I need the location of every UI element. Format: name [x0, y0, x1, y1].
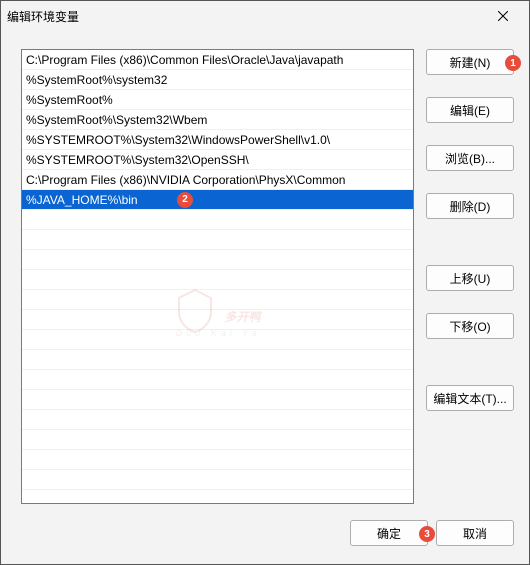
- delete-button[interactable]: 删除(D): [426, 193, 514, 219]
- window-title: 编辑环境变量: [7, 8, 483, 25]
- list-item[interactable]: %SYSTEMROOT%\System32\OpenSSH\: [22, 150, 413, 170]
- button-column: 新建(N) 1 编辑(E) 浏览(B)... 删除(D) 上移(U) 下移(O)…: [426, 49, 514, 504]
- list-item[interactable]: %SystemRoot%\System32\Wbem: [22, 110, 413, 130]
- list-item[interactable]: [22, 330, 413, 350]
- list-item[interactable]: %SYSTEMROOT%\System32\WindowsPowerShell\…: [22, 130, 413, 150]
- list-item[interactable]: [22, 210, 413, 230]
- list-item[interactable]: [22, 390, 413, 410]
- dialog-content: 多开鸭 Duo Kai Ya C:\Program Files (x86)\Co…: [1, 31, 529, 514]
- list-item[interactable]: %SystemRoot%: [22, 90, 413, 110]
- cancel-button-label: 取消: [463, 525, 487, 542]
- edit-button[interactable]: 编辑(E): [426, 97, 514, 123]
- path-listbox[interactable]: 多开鸭 Duo Kai Ya C:\Program Files (x86)\Co…: [21, 49, 414, 504]
- list-item[interactable]: [22, 310, 413, 330]
- annotation-badge-2: 2: [177, 192, 193, 208]
- dialog-window: 编辑环境变量 多开鸭 Duo Kai Ya C:\Program Files (…: [0, 0, 530, 565]
- cancel-button[interactable]: 取消: [436, 520, 514, 546]
- move-down-button[interactable]: 下移(O): [426, 313, 514, 339]
- close-button[interactable]: [483, 1, 523, 31]
- move-down-label: 下移(O): [449, 318, 490, 335]
- list-item[interactable]: [22, 470, 413, 490]
- delete-button-label: 删除(D): [450, 198, 491, 215]
- browse-button[interactable]: 浏览(B)...: [426, 145, 514, 171]
- list-item[interactable]: [22, 230, 413, 250]
- edit-text-label: 编辑文本(T)...: [433, 390, 506, 407]
- dialog-footer: 确定 3 取消: [1, 514, 529, 564]
- list-item[interactable]: [22, 290, 413, 310]
- ok-button[interactable]: 确定 3: [350, 520, 428, 546]
- list-item[interactable]: C:\Program Files (x86)\NVIDIA Corporatio…: [22, 170, 413, 190]
- edit-text-button[interactable]: 编辑文本(T)...: [426, 385, 514, 411]
- list-item[interactable]: [22, 450, 413, 470]
- list-item[interactable]: [22, 370, 413, 390]
- move-up-label: 上移(U): [450, 270, 491, 287]
- list-item[interactable]: [22, 270, 413, 290]
- title-bar: 编辑环境变量: [1, 1, 529, 31]
- list-item[interactable]: [22, 250, 413, 270]
- list-item[interactable]: [22, 350, 413, 370]
- browse-button-label: 浏览(B)...: [445, 150, 495, 167]
- list-item[interactable]: %JAVA_HOME%\bin2: [22, 190, 413, 210]
- close-icon: [498, 11, 508, 21]
- list-item[interactable]: [22, 430, 413, 450]
- list-item[interactable]: [22, 410, 413, 430]
- annotation-badge-1: 1: [505, 55, 521, 71]
- ok-button-label: 确定: [377, 525, 401, 542]
- list-item[interactable]: C:\Program Files (x86)\Common Files\Orac…: [22, 50, 413, 70]
- move-up-button[interactable]: 上移(U): [426, 265, 514, 291]
- new-button[interactable]: 新建(N) 1: [426, 49, 514, 75]
- annotation-badge-3: 3: [419, 526, 435, 542]
- list-item[interactable]: %SystemRoot%\system32: [22, 70, 413, 90]
- edit-button-label: 编辑(E): [450, 102, 490, 119]
- new-button-label: 新建(N): [450, 54, 491, 71]
